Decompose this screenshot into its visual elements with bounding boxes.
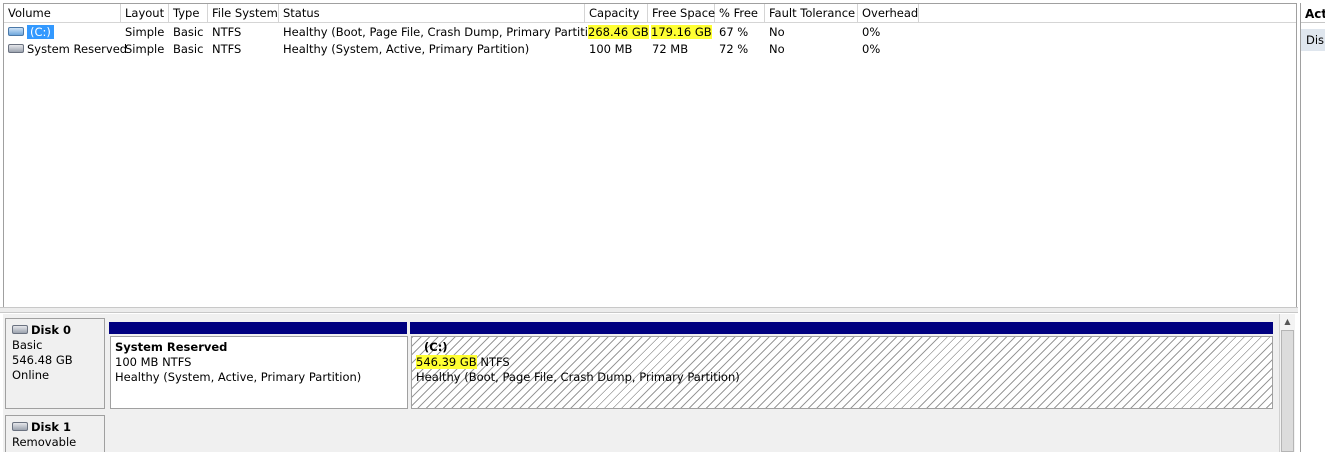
- disk-1-label[interactable]: Disk 1 Removable (H:): [5, 415, 105, 452]
- column-header-capacity[interactable]: Capacity: [585, 4, 648, 22]
- file-system-cell: NTFS: [212, 25, 242, 39]
- actions-item-disk-management[interactable]: Dis: [1301, 29, 1325, 51]
- disk-size: 546.48 GB: [12, 353, 73, 367]
- layout-cell: Simple: [125, 42, 165, 56]
- volume-row[interactable]: (C:) Simple Basic NTFS Healthy (Boot, Pa…: [4, 24, 1296, 41]
- disk-icon: [12, 422, 28, 431]
- partition-info: (C:) 546.39 GB NTFS Healthy (Boot, Page …: [416, 340, 1268, 385]
- disk-1-title: Disk 1: [12, 420, 98, 435]
- actions-pane: Act Dis: [1300, 3, 1325, 452]
- actions-title: Act: [1301, 3, 1325, 23]
- column-header-fault-tolerance[interactable]: Fault Tolerance: [765, 4, 858, 22]
- capacity-cell: 268.46 GB: [585, 24, 649, 41]
- fault-tolerance-cell: No: [769, 42, 785, 56]
- disk-state: Online: [12, 368, 50, 382]
- volume-name-cell[interactable]: System Reserved: [4, 41, 127, 58]
- volume-row[interactable]: System Reserved Simple Basic NTFS Health…: [4, 41, 1296, 58]
- volume-name: (C:): [27, 25, 54, 39]
- capacity-value: 268.46 GB: [588, 25, 649, 39]
- disk-type: Removable (H:): [12, 435, 77, 452]
- percent-free-cell: 72 %: [719, 42, 749, 56]
- partition-name: System Reserved: [115, 340, 228, 354]
- disk-volume-icon: [8, 27, 24, 36]
- capacity-cell: 100 MB: [589, 42, 633, 56]
- pane-splitter[interactable]: [0, 307, 1298, 313]
- column-header-file-system[interactable]: File System: [208, 4, 279, 22]
- column-header-percent-free[interactable]: % Free: [715, 4, 765, 22]
- disk-0-title: Disk 0: [12, 323, 98, 338]
- partition-status: Healthy (Boot, Page File, Crash Dump, Pr…: [416, 370, 740, 384]
- vertical-scrollbar[interactable]: ▲: [1279, 314, 1295, 452]
- fault-tolerance-cell: No: [769, 25, 785, 39]
- disk-name: Disk 1: [31, 420, 71, 434]
- free-space-value: 179.16 GB: [651, 25, 712, 39]
- column-header-layout[interactable]: Layout: [121, 4, 169, 22]
- partition-system-reserved[interactable]: System Reserved 100 MB NTFS Healthy (Sys…: [110, 336, 408, 409]
- volume-list[interactable]: Volume Layout Type File System Status Ca…: [3, 3, 1297, 308]
- volume-name: System Reserved: [27, 42, 128, 56]
- partition-fs: NTFS: [476, 355, 510, 369]
- column-header-volume[interactable]: Volume: [4, 4, 121, 22]
- partition-status: Healthy (System, Active, Primary Partiti…: [115, 370, 362, 384]
- type-cell: Basic: [173, 25, 204, 39]
- free-space-cell: 72 MB: [652, 42, 689, 56]
- status-cell: Healthy (Boot, Page File, Crash Dump, Pr…: [283, 25, 607, 39]
- scroll-up-arrow-icon[interactable]: ▲: [1280, 314, 1295, 329]
- disk-type: Basic: [12, 338, 43, 352]
- column-header-free-space[interactable]: Free Space: [648, 4, 715, 22]
- partition-bar-system-reserved: [109, 322, 407, 334]
- volume-list-header: Volume Layout Type File System Status Ca…: [4, 4, 1296, 23]
- percent-free-cell: 67 %: [719, 25, 749, 39]
- partition-info: System Reserved 100 MB NTFS Healthy (Sys…: [115, 340, 403, 385]
- overhead-cell: 0%: [862, 42, 881, 56]
- partition-size: 546.39 GB: [416, 355, 477, 369]
- column-header-status[interactable]: Status: [279, 4, 585, 22]
- scroll-thumb[interactable]: [1281, 330, 1294, 452]
- free-space-cell: 179.16 GB: [648, 24, 715, 41]
- partition-size-fs: 100 MB NTFS: [115, 355, 192, 369]
- file-system-cell: NTFS: [212, 42, 242, 56]
- disk-icon: [12, 325, 28, 334]
- disk-volume-icon: [8, 44, 24, 53]
- status-cell: Healthy (System, Active, Primary Partiti…: [283, 42, 530, 56]
- partition-c[interactable]: (C:) 546.39 GB NTFS Healthy (Boot, Page …: [411, 336, 1273, 409]
- partition-name: (C:): [424, 340, 448, 354]
- volume-name-cell[interactable]: (C:): [4, 24, 121, 41]
- partition-size-line: 546.39 GB NTFS: [416, 355, 1268, 370]
- type-cell: Basic: [173, 42, 204, 56]
- overhead-cell: 0%: [862, 25, 881, 39]
- disk-name: Disk 0: [31, 323, 71, 337]
- partition-bar-c: [410, 322, 1273, 334]
- disk-0-label[interactable]: Disk 0 Basic 546.48 GB Online: [5, 318, 105, 409]
- column-header-overhead[interactable]: Overhead: [858, 4, 919, 22]
- layout-cell: Simple: [125, 25, 165, 39]
- column-header-type[interactable]: Type: [169, 4, 208, 22]
- disk-graphical-view: Disk 0 Basic 546.48 GB Online System Res…: [3, 314, 1295, 452]
